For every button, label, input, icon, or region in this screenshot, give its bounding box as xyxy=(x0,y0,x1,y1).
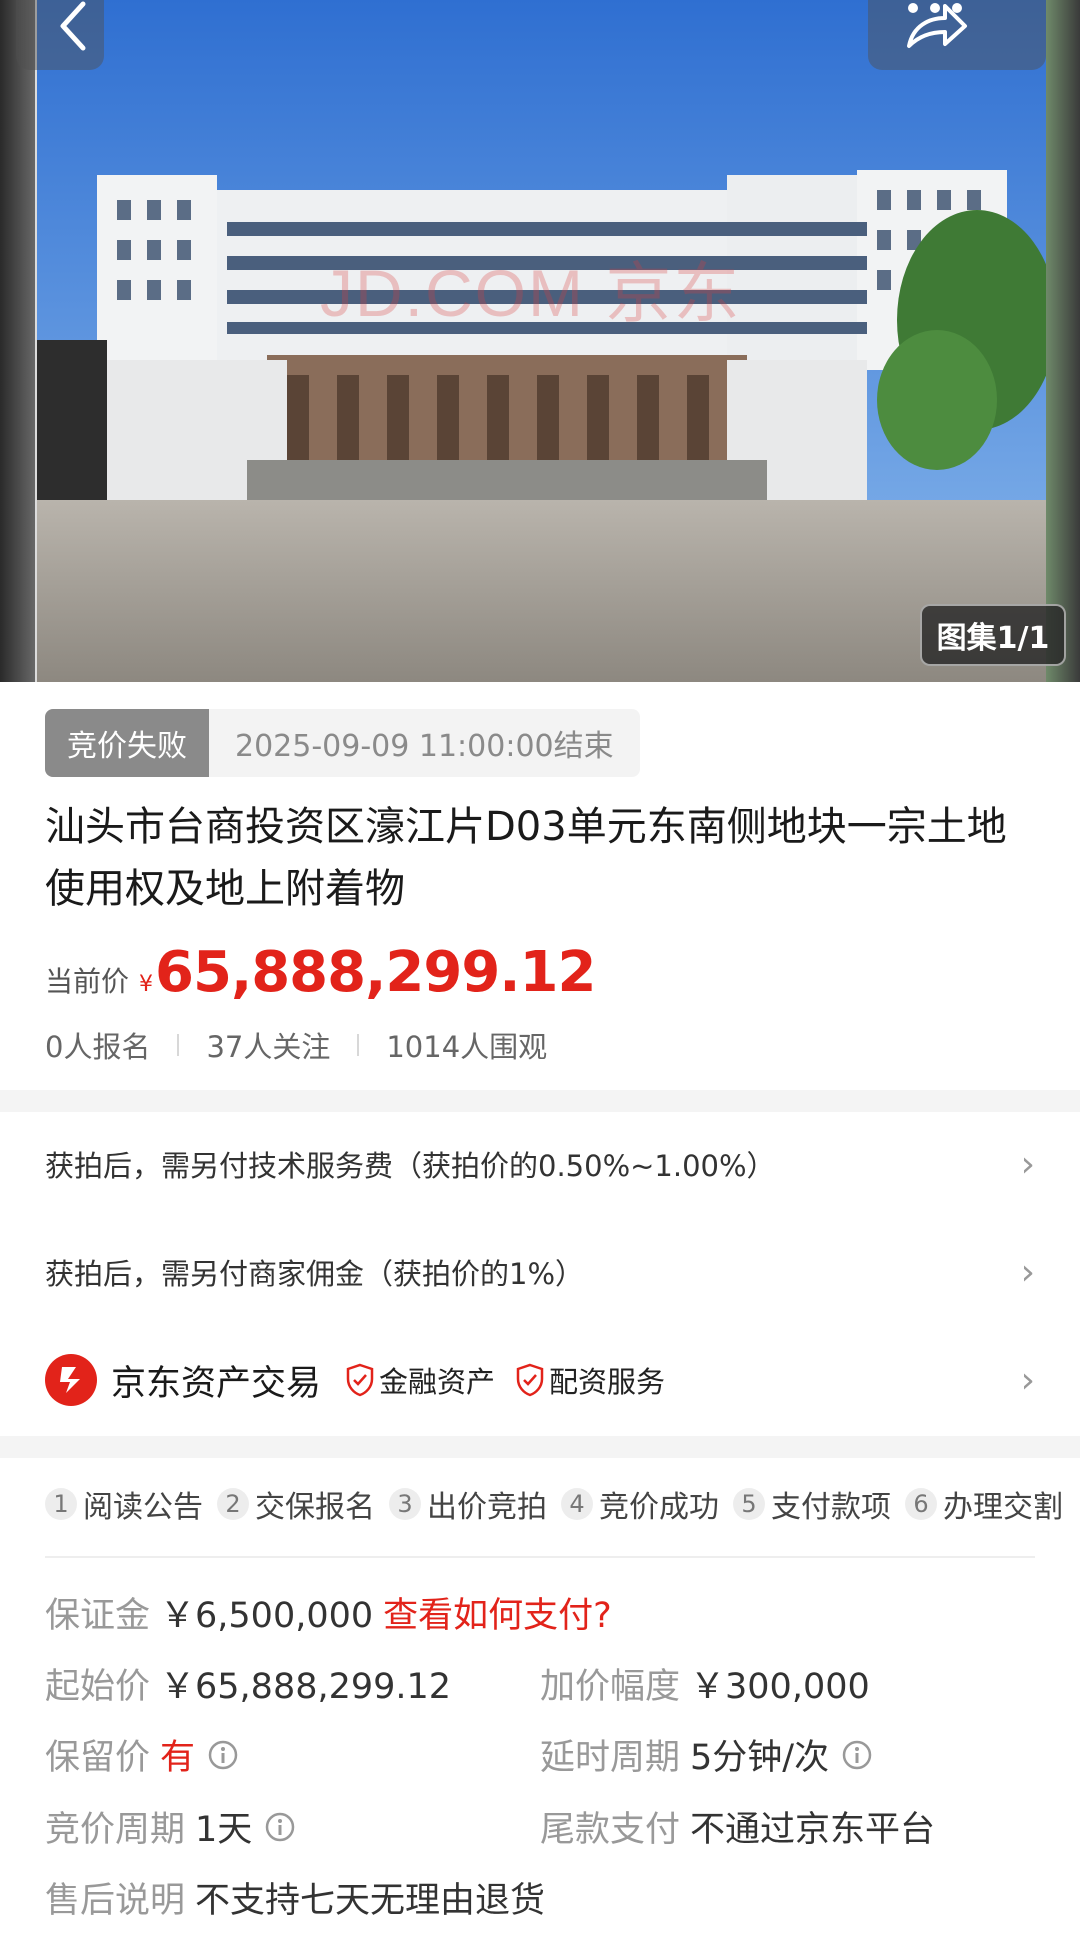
final-payment-label: 尾款支付 xyxy=(540,1810,681,1850)
cycle-label: 竞价周期 xyxy=(45,1810,186,1850)
deposit-label: 保证金 xyxy=(45,1596,151,1636)
step-number: 4 xyxy=(561,1488,593,1520)
cycle-row: 竞价周期 1天 xyxy=(45,1801,296,1852)
section-gap xyxy=(0,1436,1080,1458)
section-gap xyxy=(0,1090,1080,1112)
delay-row: 延时周期 5分钟/次 xyxy=(540,1729,873,1780)
chevron-right-icon: › xyxy=(1020,1251,1035,1293)
page-title: 汕头市台商投资区濠江片D03单元东南侧地块一宗土地使用权及地上附着物 xyxy=(45,804,1007,912)
reserve-label: 保留价 xyxy=(45,1738,151,1778)
view-count: 1014人围观 xyxy=(386,1030,548,1064)
watermark: JD.COM 京东 xyxy=(320,256,742,330)
seller-name: 京东资产交易 xyxy=(111,1363,322,1404)
seller-tag: 金融资产 xyxy=(345,1359,495,1401)
cycle-value: 1天 xyxy=(195,1810,253,1850)
how-to-pay-link[interactable]: 查看如何支付? xyxy=(383,1587,612,1638)
jd-asset-logo-icon xyxy=(45,1354,97,1406)
chevron-left-icon xyxy=(60,1,86,51)
step-number: 1 xyxy=(45,1488,77,1520)
aftersale-value: 不支持七天无理由退货 xyxy=(195,1881,546,1921)
step-number: 5 xyxy=(733,1488,765,1520)
chevron-right-icon: › xyxy=(1020,1143,1035,1185)
reserve-price-row: 保留价 有 xyxy=(45,1729,239,1780)
stats-divider xyxy=(177,1034,180,1056)
info-icon[interactable] xyxy=(841,1739,873,1771)
commission-row[interactable]: 获拍后，需另付商家佣金（获拍价的1%） › xyxy=(45,1242,1035,1302)
step-item: 4 竞价成功 xyxy=(561,1482,719,1526)
tag-label: 金融资产 xyxy=(379,1365,496,1399)
step-label: 出价竞拍 xyxy=(427,1490,547,1525)
deposit-row: 保证金 ￥6,500,000 查看如何支付? xyxy=(45,1587,612,1638)
start-price-row: 起始价 ￥65,888,299.12 xyxy=(45,1658,451,1709)
start-price-value: ￥65,888,299.12 xyxy=(160,1667,452,1707)
current-price: 当前价 ¥ 65,888,299.12 xyxy=(45,940,596,1005)
step-item: 3 出价竞拍 xyxy=(389,1482,547,1526)
chevron-right-icon: › xyxy=(1020,1359,1035,1401)
product-image[interactable]: JD.COM 京东 图集1/1 xyxy=(0,0,1080,682)
building-photo xyxy=(37,0,1046,682)
follow-count: 37人关注 xyxy=(206,1030,331,1064)
step-item: 2 交保报名 xyxy=(217,1482,375,1526)
top-actions xyxy=(868,0,1046,70)
back-button[interactable] xyxy=(16,0,104,70)
step-label: 支付款项 xyxy=(771,1490,891,1525)
step-number: 6 xyxy=(905,1488,937,1520)
info-icon[interactable] xyxy=(207,1739,239,1771)
gallery-counter[interactable]: 图集1/1 xyxy=(920,604,1066,666)
info-icon[interactable] xyxy=(264,1811,296,1843)
start-price-label: 起始价 xyxy=(45,1667,151,1707)
step-number: 3 xyxy=(389,1488,421,1520)
step-label: 阅读公告 xyxy=(83,1490,203,1525)
status-badge: 竞价失败 xyxy=(45,709,209,777)
delay-label: 延时周期 xyxy=(540,1738,681,1778)
step-number: 2 xyxy=(217,1488,249,1520)
image-edge-left xyxy=(0,0,35,682)
shield-check-icon xyxy=(516,1363,544,1397)
increment-row: 加价幅度 ￥300,000 xyxy=(540,1658,870,1709)
auction-status: 竞价失败 2025-09-09 11:00:00结束 xyxy=(45,709,640,777)
step-label: 竞价成功 xyxy=(599,1490,719,1525)
shield-check-icon xyxy=(346,1363,374,1397)
final-payment-value: 不通过京东平台 xyxy=(690,1810,936,1850)
more-icon[interactable] xyxy=(905,0,965,16)
price-label: 当前价 xyxy=(45,965,130,998)
signup-count: 0人报名 xyxy=(45,1030,151,1064)
price-currency: ¥ xyxy=(139,972,154,997)
step-label: 交保报名 xyxy=(255,1490,375,1525)
stats-divider xyxy=(357,1034,360,1056)
seller-tag: 配资服务 xyxy=(515,1359,665,1401)
auction-steps[interactable]: 1 阅读公告 2 交保报名 3 出价竞拍 4 竞价成功 5 支付款项 6 办理交割 xyxy=(45,1482,1080,1526)
step-item: 1 阅读公告 xyxy=(45,1482,203,1526)
step-item: 6 办理交割 xyxy=(905,1482,1063,1526)
price-value: 65,888,299.12 xyxy=(155,940,596,1005)
deposit-value: ￥6,500,000 xyxy=(160,1596,374,1636)
tag-label: 配资服务 xyxy=(549,1365,666,1399)
seller-row[interactable]: 京东资产交易 金融资产 配资服务 › xyxy=(45,1349,1035,1411)
stats-row: 0人报名 37人关注 1014人围观 xyxy=(45,1024,547,1066)
aftersale-row: 售后说明 不支持七天无理由退货 xyxy=(45,1872,545,1923)
delay-value: 5分钟/次 xyxy=(690,1738,830,1778)
final-payment-row: 尾款支付 不通过京东平台 xyxy=(540,1801,935,1852)
tech-fee-text: 获拍后，需另付技术服务费（获拍价的0.50%~1.00%） xyxy=(45,1149,776,1183)
end-time: 2025-09-09 11:00:00结束 xyxy=(209,709,640,777)
image-edge-right xyxy=(1046,0,1080,682)
commission-text: 获拍后，需另付商家佣金（获拍价的1%） xyxy=(45,1257,585,1291)
increment-value: ￥300,000 xyxy=(690,1667,870,1707)
step-label: 办理交割 xyxy=(943,1490,1063,1525)
tech-fee-row[interactable]: 获拍后，需另付技术服务费（获拍价的0.50%~1.00%） › xyxy=(45,1134,1035,1194)
reserve-value: 有 xyxy=(160,1738,196,1778)
increment-label: 加价幅度 xyxy=(540,1667,681,1707)
divider xyxy=(45,1556,1035,1558)
aftersale-label: 售后说明 xyxy=(45,1881,186,1921)
step-item: 5 支付款项 xyxy=(733,1482,891,1526)
